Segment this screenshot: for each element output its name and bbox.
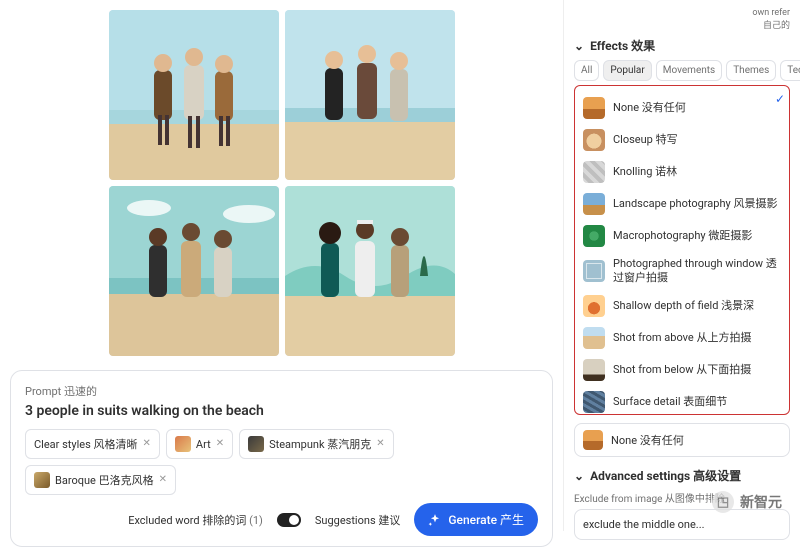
image-gallery [10, 10, 553, 356]
result-image[interactable] [109, 10, 279, 180]
effect-label: Shot from above 从上方拍摄 [613, 331, 751, 345]
chip-label: Baroque 巴洛克风格 [55, 475, 154, 486]
effect-thumb-icon [583, 161, 605, 183]
generate-icon [428, 513, 442, 527]
effect-item[interactable]: Macrophotography 微距摄影 [581, 220, 783, 252]
effect-thumb-icon [583, 129, 605, 151]
effect-item[interactable]: Photographed through window 透过窗户拍摄 [581, 252, 783, 290]
effect-item[interactable]: Knolling 诺林 [581, 156, 783, 188]
effects-tab[interactable]: All [574, 60, 599, 81]
effects-tab[interactable]: Popular [603, 60, 651, 81]
suggestions-label: Suggestions 建议 [315, 512, 401, 528]
effect-thumb-icon [583, 260, 605, 282]
prompt-text[interactable]: 3 people in suits walking on the beach [25, 403, 538, 419]
effects-tab[interactable]: Themes [726, 60, 776, 81]
prompt-panel: Prompt 迅速的 3 people in suits walking on … [10, 370, 553, 547]
effects-list: ✓ None 没有任何 Closeup 特写 Knolling 诺林 Landscap… [574, 85, 790, 415]
effect-item[interactable]: Shot from above 从上方拍摄 [581, 322, 783, 354]
result-image[interactable] [285, 10, 455, 180]
effect-item[interactable]: Shot from below 从下面拍摄 [581, 354, 783, 386]
effect-item[interactable]: Closeup 特写 [581, 124, 783, 156]
watermark: ◳ 新智元 [712, 491, 782, 513]
style-chip[interactable]: Art ✕ [166, 429, 233, 459]
effect-label: Shallow depth of field 浅景深 [613, 299, 754, 313]
effect-label: Surface detail 表面细节 [613, 395, 727, 409]
style-swatch-icon [175, 436, 191, 452]
chip-label: Clear styles 风格清晰 [34, 439, 138, 450]
effects-tab[interactable]: Techn [780, 60, 800, 81]
close-icon[interactable]: ✕ [143, 439, 151, 449]
style-chip[interactable]: Steampunk 蒸汽朋克 ✕ [239, 429, 394, 459]
effect-thumb-icon [583, 391, 605, 413]
effect-thumb-icon [583, 359, 605, 381]
chip-label: Art [196, 439, 211, 450]
effect-item[interactable]: Surface detail 表面细节 [581, 386, 783, 416]
advanced-section-header[interactable]: ⌄ Advanced settings 高级设置 [574, 467, 790, 484]
selected-effect[interactable]: None 没有任何 [574, 423, 790, 457]
effects-section-header[interactable]: ⌄ Effects 效果 [574, 37, 790, 54]
style-swatch-icon [34, 472, 50, 488]
effect-thumb-icon [583, 327, 605, 349]
excluded-word-label[interactable]: Excluded word 排除的词 (1) [128, 512, 263, 528]
close-icon[interactable]: ✕ [159, 475, 167, 485]
effect-thumb-icon [583, 430, 603, 450]
effect-label: Knolling 诺林 [613, 165, 677, 179]
effect-label: Landscape photography 风景摄影 [613, 197, 777, 211]
prompt-label: Prompt 迅速的 [25, 383, 538, 399]
effect-label: Photographed through window 透过窗户拍摄 [613, 257, 781, 285]
effects-tabs: AllPopularMovementsThemesTechn [574, 60, 790, 81]
effect-thumb-icon [583, 193, 605, 215]
effect-label: Shot from below 从下面拍摄 [613, 363, 751, 377]
effect-label: Macrophotography 微距摄影 [613, 229, 752, 243]
effect-item[interactable]: Landscape photography 风景摄影 [581, 188, 783, 220]
effect-thumb-icon [583, 295, 605, 317]
effect-thumb-icon [583, 97, 605, 119]
suggestions-toggle[interactable] [277, 513, 301, 527]
effects-tab[interactable]: Movements [656, 60, 722, 81]
effect-thumb-icon [583, 225, 605, 247]
effect-label: Closeup 特写 [613, 133, 678, 147]
result-image[interactable] [285, 186, 455, 356]
close-icon[interactable]: ✕ [216, 439, 224, 449]
result-image[interactable] [109, 186, 279, 356]
check-icon: ✓ [775, 92, 785, 106]
effect-label: None 没有任何 [613, 101, 686, 115]
style-swatch-icon [248, 436, 264, 452]
close-icon[interactable]: ✕ [376, 439, 384, 449]
effect-item[interactable]: None 没有任何 [581, 92, 783, 124]
exclude-input[interactable]: exclude the middle one... [574, 509, 790, 540]
watermark-icon: ◳ [712, 491, 734, 513]
effect-item[interactable]: Shallow depth of field 浅景深 [581, 290, 783, 322]
own-reference-note: own refer 自己的 [574, 8, 790, 31]
style-chip[interactable]: Clear styles 风格清晰 ✕ [25, 429, 160, 459]
style-chip[interactable]: Baroque 巴洛克风格 ✕ [25, 465, 176, 495]
chevron-down-icon: ⌄ [574, 39, 584, 53]
chip-label: Steampunk 蒸汽朋克 [269, 439, 371, 450]
generate-button[interactable]: Generate 产生 [414, 503, 538, 536]
chevron-down-icon: ⌄ [574, 469, 584, 483]
